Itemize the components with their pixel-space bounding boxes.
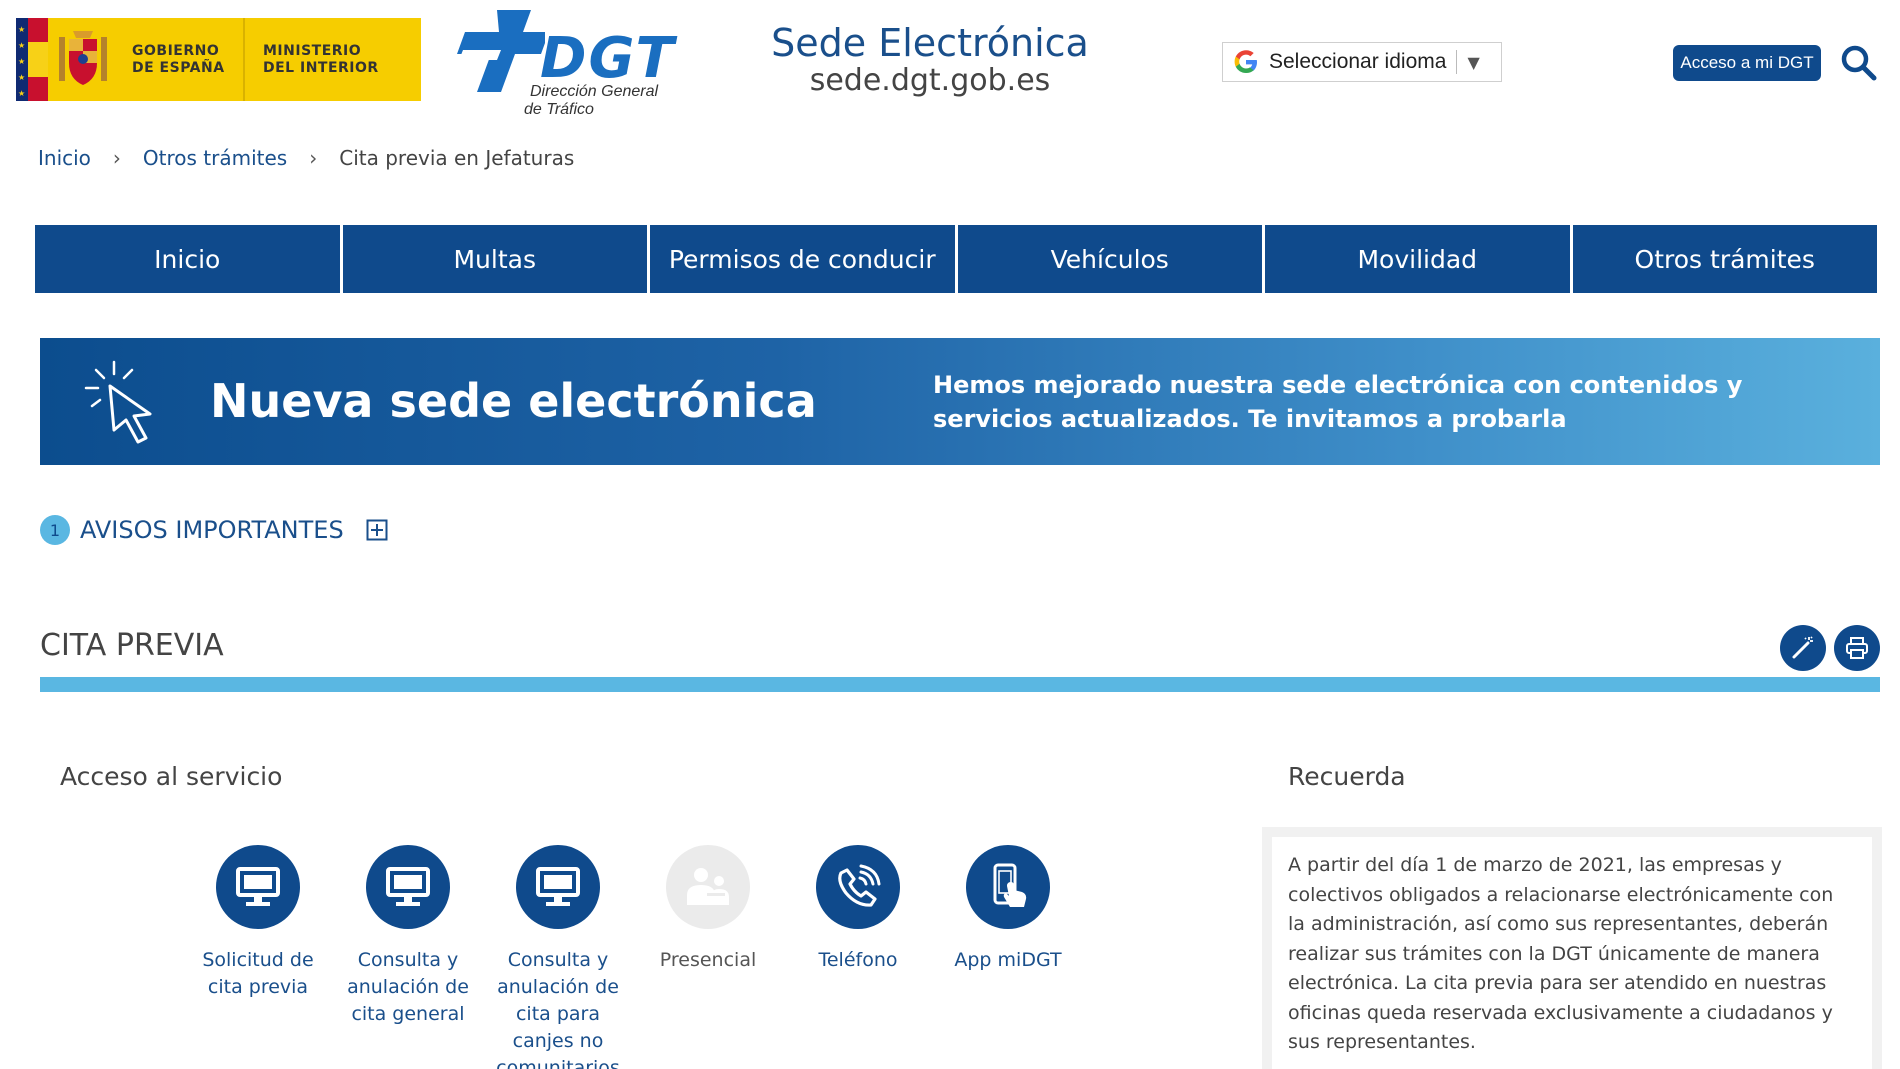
monitor-icon[interactable] (516, 845, 600, 929)
google-icon (1231, 47, 1261, 77)
svg-text:★: ★ (18, 73, 25, 82)
service-presencial: Presencial (633, 845, 783, 1069)
service-consulta-general[interactable]: Consulta y anulación de cita general (333, 845, 483, 1069)
breadcrumb-current: Cita previa en Jefaturas (339, 146, 575, 170)
monitor-icon[interactable] (366, 845, 450, 929)
edit-wand-button[interactable] (1780, 625, 1826, 671)
svg-text:★: ★ (18, 25, 25, 34)
language-select[interactable]: Seleccionar idioma ▼ (1222, 42, 1502, 82)
service-label[interactable]: Teléfono (783, 947, 933, 974)
banner-title: Nueva sede electrónica (210, 374, 817, 428)
nav-item-movilidad[interactable]: Movilidad (1265, 225, 1573, 293)
gobierno-ministerio-logo[interactable]: ★ ★ ★ ★ ★ GOBIERNO DE ESPAÑA MINISTERIO … (16, 18, 421, 101)
sede-url: sede.dgt.gob.es (809, 63, 1051, 98)
language-select-label: Seleccionar idioma (1269, 50, 1447, 73)
print-icon (1846, 637, 1868, 659)
svg-text:★: ★ (18, 57, 25, 66)
acceso-servicio-title: Acceso al servicio (60, 762, 283, 791)
ministerio-line1: Ministerio (263, 42, 362, 59)
breadcrumb-otros-tramites[interactable]: Otros trámites (143, 146, 287, 170)
gobierno-line1: Gobierno (132, 42, 220, 59)
service-app-midgt[interactable]: App miDGT (933, 845, 1083, 1069)
svg-text:★: ★ (18, 41, 25, 50)
service-list: Solicitud de cita previa Consulta y anul… (183, 845, 1083, 1069)
mobile-app-icon[interactable] (966, 845, 1050, 929)
search-icon[interactable] (1840, 44, 1878, 82)
cita-tools (1780, 625, 1880, 671)
magic-wand-icon (1792, 636, 1813, 659)
nav-item-multas[interactable]: Multas (342, 225, 650, 293)
cita-previa-underline (40, 677, 1880, 692)
spain-flag-strip: ★ ★ ★ ★ ★ (16, 18, 48, 101)
gobierno-line2: de España (132, 59, 225, 76)
service-label[interactable]: Consulta y anulación de cita para canjes… (483, 947, 633, 1069)
avisos-importantes-toggle[interactable]: 1 AVISOS IMPORTANTES (40, 515, 388, 545)
coat-of-arms-icon (48, 18, 118, 101)
service-solicitud-cita[interactable]: Solicitud de cita previa (183, 845, 333, 1069)
service-label: Presencial (659, 949, 757, 971)
nueva-sede-banner[interactable]: Nueva sede electrónica Hemos mejorado nu… (40, 338, 1880, 465)
avisos-count-badge: 1 (40, 515, 70, 545)
nav-item-inicio[interactable]: Inicio (35, 225, 343, 293)
dgt-wordmark: DGT (540, 26, 676, 91)
nav-item-permisos[interactable]: Permisos de conducir (650, 225, 958, 293)
avisos-label: AVISOS IMPORTANTES (80, 516, 344, 544)
nav-item-otros-tramites[interactable]: Otros trámites (1572, 225, 1877, 293)
main-nav: Inicio Multas Permisos de conducir Vehíc… (35, 225, 1877, 293)
breadcrumb-separator-icon: › (112, 146, 121, 170)
nav-item-vehiculos[interactable]: Vehículos (957, 225, 1265, 293)
recuerda-box: A partir del día 1 de marzo de 2021, las… (1262, 827, 1882, 1069)
breadcrumb-separator-icon: › (309, 146, 318, 170)
dropdown-arrow-icon: ▼ (1467, 52, 1480, 72)
phone-icon[interactable] (816, 845, 900, 929)
site-header: ★ ★ ★ ★ ★ GOBIERNO DE ESPAÑA MINISTERIO … (0, 0, 1900, 130)
svg-text:★: ★ (18, 89, 25, 98)
cursor-click-icon (80, 358, 170, 446)
acceso-mi-dgt-button[interactable]: Acceso a mi DGT (1673, 45, 1821, 81)
breadcrumb-inicio[interactable]: Inicio (38, 146, 91, 170)
service-label[interactable]: App miDGT (933, 947, 1083, 974)
banner-text: Hemos mejorado nuestra sede electrónica … (933, 371, 1743, 433)
eu-stars-strip: ★ ★ ★ ★ ★ (16, 18, 28, 101)
people-icon (666, 845, 750, 929)
service-telefono[interactable]: Teléfono (783, 845, 933, 1069)
expand-plus-icon[interactable] (366, 519, 388, 541)
language-select-separator (1456, 50, 1458, 74)
cita-previa-title: CITA PREVIA (40, 628, 224, 663)
breadcrumb: Inicio › Otros trámites › Cita previa en… (38, 146, 574, 170)
service-label[interactable]: Consulta y anulación de cita general (333, 947, 483, 1028)
service-consulta-canjes[interactable]: Consulta y anulación de cita para canjes… (483, 845, 633, 1069)
service-label[interactable]: Solicitud de cita previa (183, 947, 333, 1001)
print-button[interactable] (1834, 625, 1880, 671)
recuerda-title: Recuerda (1288, 762, 1406, 791)
monitor-icon[interactable] (216, 845, 300, 929)
recuerda-text: A partir del día 1 de marzo de 2021, las… (1272, 837, 1872, 1069)
ministerio-line2: del Interior (263, 59, 379, 76)
dgt-subtitle: Dirección General de Tráfico (524, 83, 659, 118)
sede-electronica-title[interactable]: Sede Electrónica sede.dgt.gob.es (760, 22, 1100, 98)
sede-title: Sede Electrónica (771, 21, 1089, 65)
dgt-logo[interactable]: DGT Dirección General de Tráfico (455, 8, 680, 118)
